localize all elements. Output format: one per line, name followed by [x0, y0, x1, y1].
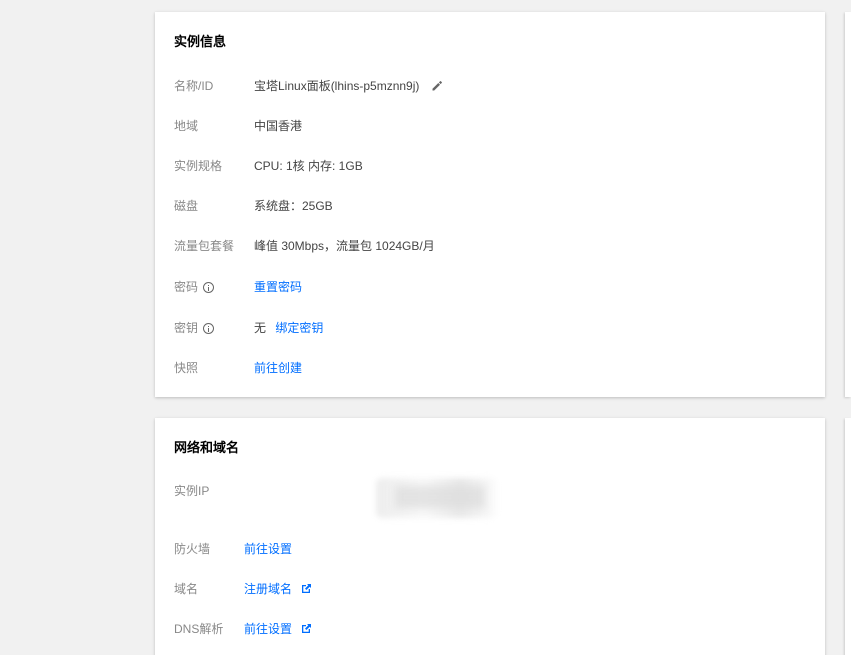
disk-label: 磁盘 — [174, 199, 199, 213]
name-label: 名称/ID — [174, 79, 214, 93]
instance-info-title: 实例信息 — [174, 34, 227, 49]
row-ip: 实例IP — [174, 482, 825, 500]
row-keypair: 密钥 无 绑定密钥 — [174, 319, 825, 337]
register-domain-link[interactable]: 注册域名 — [244, 582, 292, 596]
bind-key-link[interactable]: 绑定密钥 — [275, 321, 323, 335]
info-circle-icon[interactable] — [203, 282, 215, 293]
snapshot-label: 快照 — [174, 361, 199, 375]
row-spec: 实例规格 CPU: 1核 内存: 1GB — [174, 157, 825, 175]
info-circle-icon[interactable] — [203, 323, 215, 334]
dns-link-wrap: 前往设置 — [244, 620, 312, 639]
disk-value: 系统盘：25GB — [254, 199, 333, 213]
row-region: 地域 中国香港 — [174, 117, 825, 135]
password-label-wrap: 密码 — [174, 278, 215, 296]
pencil-icon[interactable] — [431, 79, 443, 97]
spec-value: CPU: 1核 内存: 1GB — [254, 159, 363, 173]
spec-label: 实例规格 — [174, 159, 223, 173]
domain-link-wrap: 注册域名 — [244, 580, 312, 599]
row-snapshot: 快照 前往创建 — [174, 359, 825, 377]
keypair-value-wrap: 无 绑定密钥 — [254, 319, 323, 337]
row-name: 名称/ID 宝塔Linux面板(lhins-p5mznn9j) — [174, 77, 825, 95]
network-title: 网络和域名 — [174, 440, 240, 455]
external-link-icon[interactable] — [301, 621, 312, 639]
domain-label: 域名 — [174, 582, 199, 596]
adjacent-card-edge — [845, 12, 851, 397]
create-snapshot-link[interactable]: 前往创建 — [254, 359, 302, 377]
page: 实例信息 名称/ID 宝塔Linux面板(lhins-p5mznn9j) 地域 … — [0, 0, 851, 655]
row-firewall: 防火墙 前往设置 — [174, 540, 825, 558]
instance-info-card: 实例信息 名称/ID 宝塔Linux面板(lhins-p5mznn9j) 地域 … — [155, 12, 825, 397]
blurred-ip-overlay — [395, 486, 485, 508]
row-dns: DNS解析 前往设置 — [174, 620, 825, 638]
password-label: 密码 — [174, 280, 199, 294]
ip-label: 实例IP — [174, 484, 210, 498]
keypair-label: 密钥 — [174, 321, 199, 335]
keypair-value: 无 — [254, 321, 267, 335]
name-value-wrap: 宝塔Linux面板(lhins-p5mznn9j) — [254, 77, 443, 97]
region-label: 地域 — [174, 119, 199, 133]
firewall-settings-link[interactable]: 前往设置 — [244, 540, 292, 558]
row-password: 密码 重置密码 — [174, 278, 825, 296]
name-value: 宝塔Linux面板(lhins-p5mznn9j) — [254, 79, 420, 93]
row-disk: 磁盘 系统盘：25GB — [174, 197, 825, 215]
external-link-icon[interactable] — [301, 581, 312, 599]
region-value: 中国香港 — [254, 119, 303, 133]
row-traffic: 流量包套餐 峰值 30Mbps，流量包 1024GB/月 — [174, 237, 825, 255]
traffic-label: 流量包套餐 — [174, 239, 235, 253]
network-card: 网络和域名 实例IP 防火墙 前往设置 域名 注册域名 DNS解析 前往设置 — [155, 418, 825, 655]
firewall-label: 防火墙 — [174, 542, 211, 556]
dns-settings-link[interactable]: 前往设置 — [244, 622, 292, 636]
row-domain: 域名 注册域名 — [174, 580, 825, 598]
traffic-value: 峰值 30Mbps，流量包 1024GB/月 — [254, 239, 435, 253]
keypair-label-wrap: 密钥 — [174, 319, 215, 337]
dns-label: DNS解析 — [174, 622, 224, 636]
adjacent-card-edge — [845, 418, 851, 655]
reset-password-link[interactable]: 重置密码 — [254, 278, 302, 296]
